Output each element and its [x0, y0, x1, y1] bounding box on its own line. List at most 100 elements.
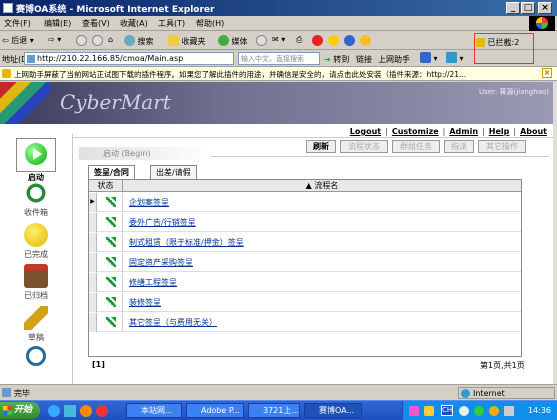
- about-link[interactable]: About: [520, 127, 547, 136]
- history-button[interactable]: [256, 35, 267, 46]
- sidebar-item-completed[interactable]: 已完成: [14, 223, 58, 260]
- table-row[interactable]: 委外广告/行销签呈: [89, 213, 521, 232]
- tab-travel-leave[interactable]: 出差/请假: [150, 165, 197, 179]
- pencil-icon: [24, 306, 48, 330]
- table-row[interactable]: ▶ 企划案签呈: [89, 193, 521, 212]
- row-selector: [89, 253, 97, 272]
- msn-button[interactable]: [344, 35, 355, 46]
- minimize-button[interactable]: _: [506, 2, 520, 14]
- process-link[interactable]: 修缮工程签呈: [129, 277, 177, 288]
- stop-button[interactable]: [76, 35, 87, 46]
- menu-file[interactable]: 文件(F): [4, 18, 31, 29]
- quicklaunch-desktop-icon[interactable]: [64, 405, 76, 417]
- address-input[interactable]: http://210.22.166.85/cmoa/Main.asp: [24, 52, 234, 65]
- windows-logo-icon: [529, 16, 555, 31]
- print-button[interactable]: ⎙: [296, 35, 302, 45]
- group-task-button[interactable]: 群组任务: [392, 140, 440, 153]
- row-selector: [89, 293, 97, 312]
- quicklaunch-player-icon[interactable]: [96, 405, 108, 417]
- volume-icon[interactable]: [504, 406, 514, 416]
- table-row[interactable]: 固定资产采购签呈: [89, 253, 521, 272]
- menu-help[interactable]: 帮助(H): [196, 18, 224, 29]
- favorites-button[interactable]: 收藏夹: [168, 35, 206, 47]
- tray-icon[interactable]: [489, 406, 499, 416]
- process-link[interactable]: 企划案签呈: [129, 197, 169, 208]
- process-link[interactable]: 委外广告/行销签呈: [129, 217, 196, 228]
- process-link[interactable]: 固定资产采购签呈: [129, 257, 193, 268]
- smiley-button[interactable]: [328, 35, 339, 46]
- process-link[interactable]: 制式租赁（限于标准/押金）签呈: [129, 237, 244, 248]
- sidebar-item-drafts[interactable]: 草稿: [14, 306, 58, 343]
- info-bar-text: 上网助手屏蔽了当前网站正试图下载的插件程序。如果您了解此插件的用途，并确信是安全…: [14, 70, 467, 79]
- other-actions-button[interactable]: 其它操作: [478, 140, 526, 153]
- qq-button[interactable]: [312, 35, 323, 46]
- assign-button[interactable]: 指派: [444, 140, 474, 153]
- admin-link[interactable]: Admin: [449, 127, 478, 136]
- links-button[interactable]: 链接: [356, 54, 372, 65]
- menu-favorites[interactable]: 收藏(A): [120, 18, 148, 29]
- web-helper-button[interactable]: 上网助手: [378, 54, 410, 65]
- start-arrow-icon: [106, 297, 116, 307]
- top-links-bar: Logout | Customize | Admin | Help | About: [0, 124, 553, 138]
- history-icon: [256, 35, 267, 46]
- infobar-close-icon[interactable]: ×: [542, 68, 552, 78]
- tray-icon[interactable]: [474, 406, 484, 416]
- maximize-button[interactable]: □: [521, 2, 535, 14]
- quicklaunch-ie-icon[interactable]: [48, 405, 60, 417]
- task-adobe[interactable]: Adobe P...: [186, 403, 244, 418]
- customize-link[interactable]: Customize: [392, 127, 439, 136]
- table-row[interactable]: 修缮工程签呈: [89, 273, 521, 292]
- sidebar-item-start[interactable]: 启动: [14, 138, 58, 183]
- refresh-button[interactable]: [92, 35, 103, 46]
- go-button[interactable]: ➔ 转到: [324, 54, 349, 65]
- search-button[interactable]: 搜索: [124, 35, 154, 47]
- sidebar-item-search[interactable]: [14, 346, 58, 368]
- mail-button[interactable]: ✉ ▾: [272, 35, 285, 44]
- main-content: 刷新 流程状态 群组任务 指派 其它操作 启动 (Begin) 签呈/合同 出差…: [74, 138, 553, 384]
- tray-icon[interactable]: [409, 406, 419, 416]
- tab-approval-contract[interactable]: 签呈/合同: [88, 165, 135, 179]
- sidebar-item-inbox[interactable]: 收件箱: [14, 181, 58, 218]
- logout-link[interactable]: Logout: [350, 127, 381, 136]
- security-info-bar[interactable]: 上网助手屏蔽了当前网站正试图下载的插件程序。如果您了解此插件的用途，并确信是安全…: [0, 67, 557, 81]
- sidebar-item-archived[interactable]: 已归档: [14, 264, 58, 301]
- page-links[interactable]: [1]: [92, 360, 105, 369]
- process-link[interactable]: 其它签呈（与费用无关）: [129, 317, 217, 328]
- menu-edit[interactable]: 编辑(E): [44, 18, 71, 29]
- close-button[interactable]: ×: [538, 2, 552, 14]
- media-button[interactable]: 媒体: [218, 35, 248, 47]
- mood-button[interactable]: [360, 35, 371, 46]
- tray-icon[interactable]: [459, 406, 469, 416]
- favorites-icon: [168, 35, 179, 46]
- quicklaunch-media-icon[interactable]: [80, 405, 92, 417]
- smiley-icon: [328, 35, 339, 46]
- input-language-indicator[interactable]: CH: [441, 405, 453, 416]
- helper-blue-icon[interactable]: ▾: [420, 52, 438, 63]
- task-web-helper[interactable]: 本站网...: [126, 403, 182, 418]
- quick-search-input[interactable]: 输入中文，直接搜索: [238, 52, 320, 65]
- task-oa-system[interactable]: 赛博OA...: [304, 403, 362, 418]
- back-button[interactable]: ⇦ 后退 ▾: [2, 35, 34, 46]
- column-process-name[interactable]: ▲ 流程名: [123, 180, 521, 192]
- process-status-button[interactable]: 流程状态: [340, 140, 388, 153]
- menu-view[interactable]: 查看(V): [82, 18, 110, 29]
- refresh-button[interactable]: 刷新: [306, 140, 336, 153]
- vertical-scrollbar[interactable]: [553, 82, 557, 384]
- tray-icon[interactable]: [424, 406, 434, 416]
- table-row[interactable]: 制式租赁（限于标准/押金）签呈: [89, 233, 521, 252]
- start-button[interactable]: 开始: [0, 402, 40, 419]
- table-row[interactable]: 装修签呈: [89, 293, 521, 312]
- helper-book-icon[interactable]: ▾: [446, 52, 464, 63]
- process-link[interactable]: 装修签呈: [129, 297, 161, 308]
- task-3721[interactable]: 3721上...: [248, 403, 300, 418]
- start-arrow-icon: [106, 237, 116, 247]
- table-row[interactable]: 其它签呈（与费用无关）: [89, 313, 521, 332]
- column-status[interactable]: 状态: [89, 180, 123, 192]
- row-selector: [89, 273, 97, 292]
- forward-button[interactable]: ⇨ ▾: [48, 35, 61, 44]
- current-user: User: 蒋源(jianghao): [479, 88, 549, 96]
- menu-tools[interactable]: 工具(T): [158, 18, 185, 29]
- home-button[interactable]: ⌂: [108, 35, 113, 44]
- help-link[interactable]: Help: [489, 127, 510, 136]
- clock-inbox-icon: [24, 181, 48, 205]
